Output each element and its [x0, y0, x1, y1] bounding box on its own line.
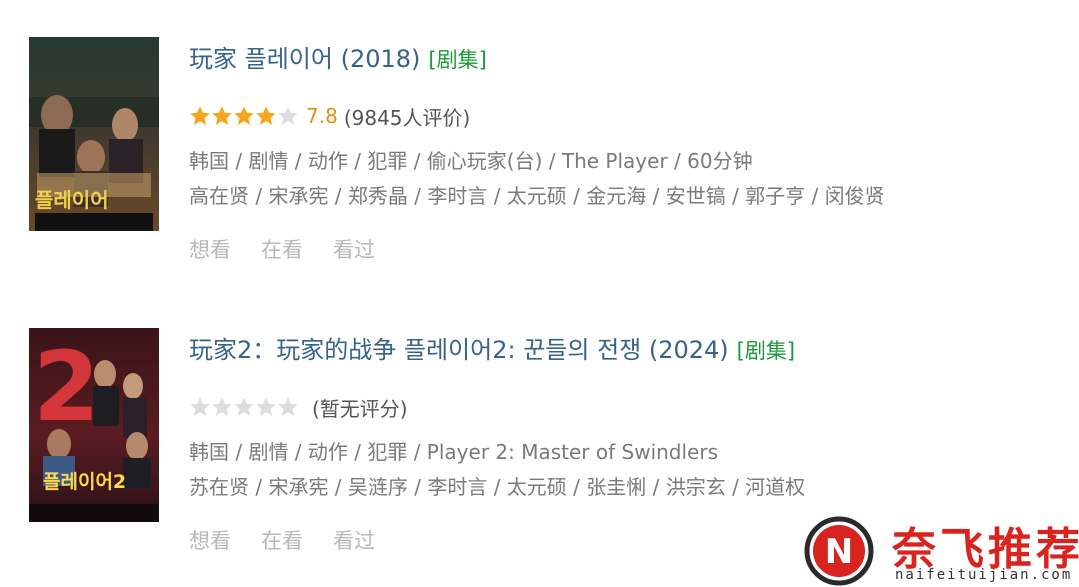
- category-tag[interactable]: [剧集]: [428, 48, 486, 72]
- watching-button[interactable]: 在看: [261, 234, 303, 264]
- title-link[interactable]: 玩家 플레이어 (2018): [189, 45, 420, 73]
- rating-score: 7.8: [306, 104, 338, 128]
- poster-numeral: 2: [33, 331, 100, 443]
- star-empty-icon: [278, 397, 298, 416]
- star-empty-icon: [234, 397, 254, 416]
- genre-line: 韩国 / 剧情 / 动作 / 犯罪 / Player 2: Master of …: [189, 440, 719, 464]
- rating-line: (暂无评分): [189, 392, 408, 422]
- cast-line: 苏在贤 / 宋承宪 / 吴涟序 / 李时言 / 太元硕 / 张圭悧 / 洪宗玄 …: [189, 475, 806, 499]
- poster-title: 플레이어: [35, 188, 109, 212]
- title-line: 玩家2：玩家的战争 플레이어2: 꾼들의 전쟁 (2024) [剧集]: [189, 334, 795, 367]
- star-empty-icon: [256, 397, 276, 416]
- netflix-logo-icon: N: [804, 516, 874, 586]
- poster-image[interactable]: 플레이어: [29, 37, 159, 231]
- star-full-icon: [212, 106, 232, 125]
- cast-line: 高在贤 / 宋承宪 / 郑秀晶 / 李时言 / 太元硕 / 金元海 / 安世镐 …: [189, 184, 885, 208]
- want-to-watch-button[interactable]: 想看: [189, 525, 231, 555]
- watermark-url: naifeituijian.com: [895, 567, 1073, 583]
- star-empty-icon: [190, 397, 210, 416]
- star-full-icon: [234, 106, 254, 125]
- poster-image[interactable]: 2 플레이어2: [29, 328, 159, 522]
- star-half-icon: [256, 106, 276, 125]
- star-full-icon: [190, 106, 210, 125]
- star-empty-icon: [278, 106, 298, 125]
- watched-button[interactable]: 看过: [333, 234, 375, 264]
- rating-stars: [189, 396, 299, 418]
- watermark-logo-letter: N: [825, 532, 853, 572]
- want-to-watch-button[interactable]: 想看: [189, 234, 231, 264]
- star-empty-icon: [212, 397, 232, 416]
- category-tag[interactable]: [剧集]: [737, 339, 795, 363]
- genre-line: 韩国 / 剧情 / 动作 / 犯罪 / 偷心玩家(台) / The Player…: [189, 149, 753, 173]
- watermark: N 奈飞推荐 naifeituijian.com: [803, 515, 1079, 587]
- poster-art-icon: 플레이어: [29, 37, 159, 231]
- action-bar: 想看 在看 看过: [189, 525, 375, 555]
- title-line: 玩家 플레이어 (2018) [剧集]: [189, 43, 487, 76]
- rating-votes: (暂无评分): [312, 396, 408, 421]
- rating-line: 7.8 (9845人评价): [189, 101, 470, 131]
- action-bar: 想看 在看 看过: [189, 234, 375, 264]
- rating-stars: [189, 105, 299, 127]
- title-link[interactable]: 玩家2：玩家的战争 플레이어2: 꾼들의 전쟁 (2024): [189, 336, 729, 364]
- watched-button[interactable]: 看过: [333, 525, 375, 555]
- poster-art-icon: 2 플레이어2: [29, 328, 159, 522]
- watching-button[interactable]: 在看: [261, 525, 303, 555]
- poster-title: 플레이어2: [43, 471, 126, 493]
- rating-votes: (9845人评价): [343, 105, 471, 130]
